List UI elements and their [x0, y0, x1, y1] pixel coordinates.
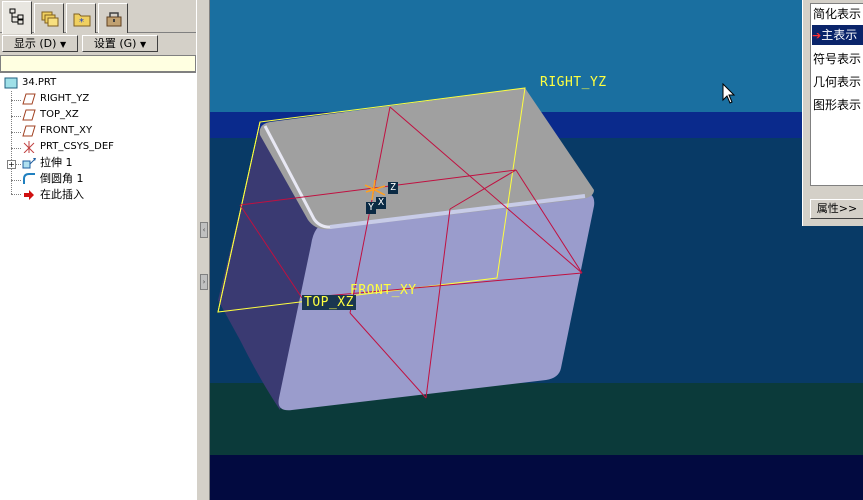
part-icon — [4, 77, 18, 89]
insert-here-arrow-icon — [24, 190, 34, 200]
display-menu-button[interactable]: 显示 (D) ▼ — [2, 35, 78, 52]
model-tree-panel: * 显示 (D) ▼ 设置 (G) ▼ 34.PRT RIGHT_YZ TOP_… — [0, 0, 196, 500]
tree-item-label: 34.PRT — [22, 77, 57, 88]
rep-item-simplified[interactable]: 简化表示 — [813, 4, 863, 24]
collapse-left-icon[interactable]: ‹ — [200, 222, 208, 238]
axis-label-y: Y — [366, 202, 377, 214]
rep-item-label: 图形表示 — [813, 98, 862, 112]
extrude-icon — [22, 158, 36, 169]
tab-layers[interactable] — [34, 3, 64, 33]
background-top — [210, 0, 863, 118]
rep-item-master[interactable]: ➔主表示 — [812, 25, 863, 45]
label-top-xz[interactable]: TOP_XZ — [302, 295, 356, 310]
rep-item-geometry[interactable]: 几何表示 — [813, 72, 863, 92]
rep-item-label: 简化表示 — [813, 7, 862, 21]
round-icon — [23, 173, 35, 184]
tree-filter-bar — [0, 55, 196, 72]
representation-panel: 简化表示 ➔主表示 符号表示 几何表示 图形表示 属性>> — [802, 0, 863, 226]
axis-label-z: Z — [388, 182, 399, 194]
chevron-down-icon: ▼ — [59, 40, 67, 49]
connections-toolbox-icon — [106, 12, 122, 27]
rep-item-symbolic[interactable]: 符号表示 — [813, 49, 863, 69]
model-tree: 34.PRT RIGHT_YZ TOP_XZ FRONT_XY PRT_CSYS… — [0, 72, 196, 500]
settings-button-label: 设置 — [93, 37, 116, 50]
tab-favorites[interactable]: * — [66, 3, 96, 33]
settings-menu-button[interactable]: 设置 (G) ▼ — [82, 35, 158, 52]
expand-toggle[interactable]: + — [7, 160, 16, 169]
settings-button-shortcut: (G) — [119, 37, 137, 50]
properties-button[interactable]: 属性>> — [810, 199, 863, 219]
label-front-xy[interactable]: FRONT_XY — [350, 283, 417, 298]
rep-item-label: 几何表示 — [813, 75, 862, 89]
coordinate-system-icon — [23, 141, 35, 153]
tree-item-label: TOP_XZ — [40, 109, 79, 120]
tree-item-label: 在此插入 — [40, 188, 84, 201]
datum-plane-icon — [22, 109, 36, 121]
display-button-shortcut: (D) — [39, 37, 57, 50]
insert-arrow-icon: ➔ — [812, 29, 822, 42]
graphics-viewport[interactable]: RIGHT_YZ FRONT_XY TOP_XZ Z X Y — [210, 0, 863, 500]
tree-toolbar: 显示 (D) ▼ 设置 (G) ▼ — [0, 35, 196, 53]
axis-label-x: X — [376, 197, 387, 209]
model-tree-icon — [9, 8, 24, 25]
mouse-cursor-icon — [722, 83, 736, 104]
label-right-yz[interactable]: RIGHT_YZ — [540, 75, 607, 90]
display-button-label: 显示 — [13, 37, 36, 50]
tab-model-tree[interactable] — [2, 1, 32, 34]
background-bottom — [210, 455, 863, 500]
tree-item-label: FRONT_XY — [40, 125, 93, 136]
tree-item-label: PRT_CSYS_DEF — [40, 141, 114, 152]
rep-item-graphics[interactable]: 图形表示 — [813, 95, 863, 115]
favorites-folder-icon: * — [73, 13, 91, 28]
tab-connections[interactable] — [98, 3, 128, 33]
tree-item-label: 拉伸 1 — [40, 156, 73, 169]
folder-stack-icon — [41, 11, 59, 27]
svg-text:*: * — [79, 17, 84, 28]
rep-item-label: 主表示 — [821, 28, 858, 42]
panel-splitter[interactable]: ‹ › — [196, 0, 210, 500]
expand-right-icon[interactable]: › — [200, 274, 208, 290]
tree-item-label: 倒圆角 1 — [40, 172, 84, 185]
model-scene — [210, 0, 863, 500]
representation-list: 简化表示 ➔主表示 符号表示 几何表示 图形表示 — [810, 3, 863, 186]
tree-item-label: RIGHT_YZ — [40, 93, 90, 104]
chevron-down-icon: ▼ — [139, 40, 147, 49]
rep-item-label: 符号表示 — [813, 52, 862, 66]
datum-plane-icon — [22, 125, 36, 137]
datum-plane-icon — [22, 93, 36, 105]
navigator-tab-strip: * — [0, 0, 196, 34]
